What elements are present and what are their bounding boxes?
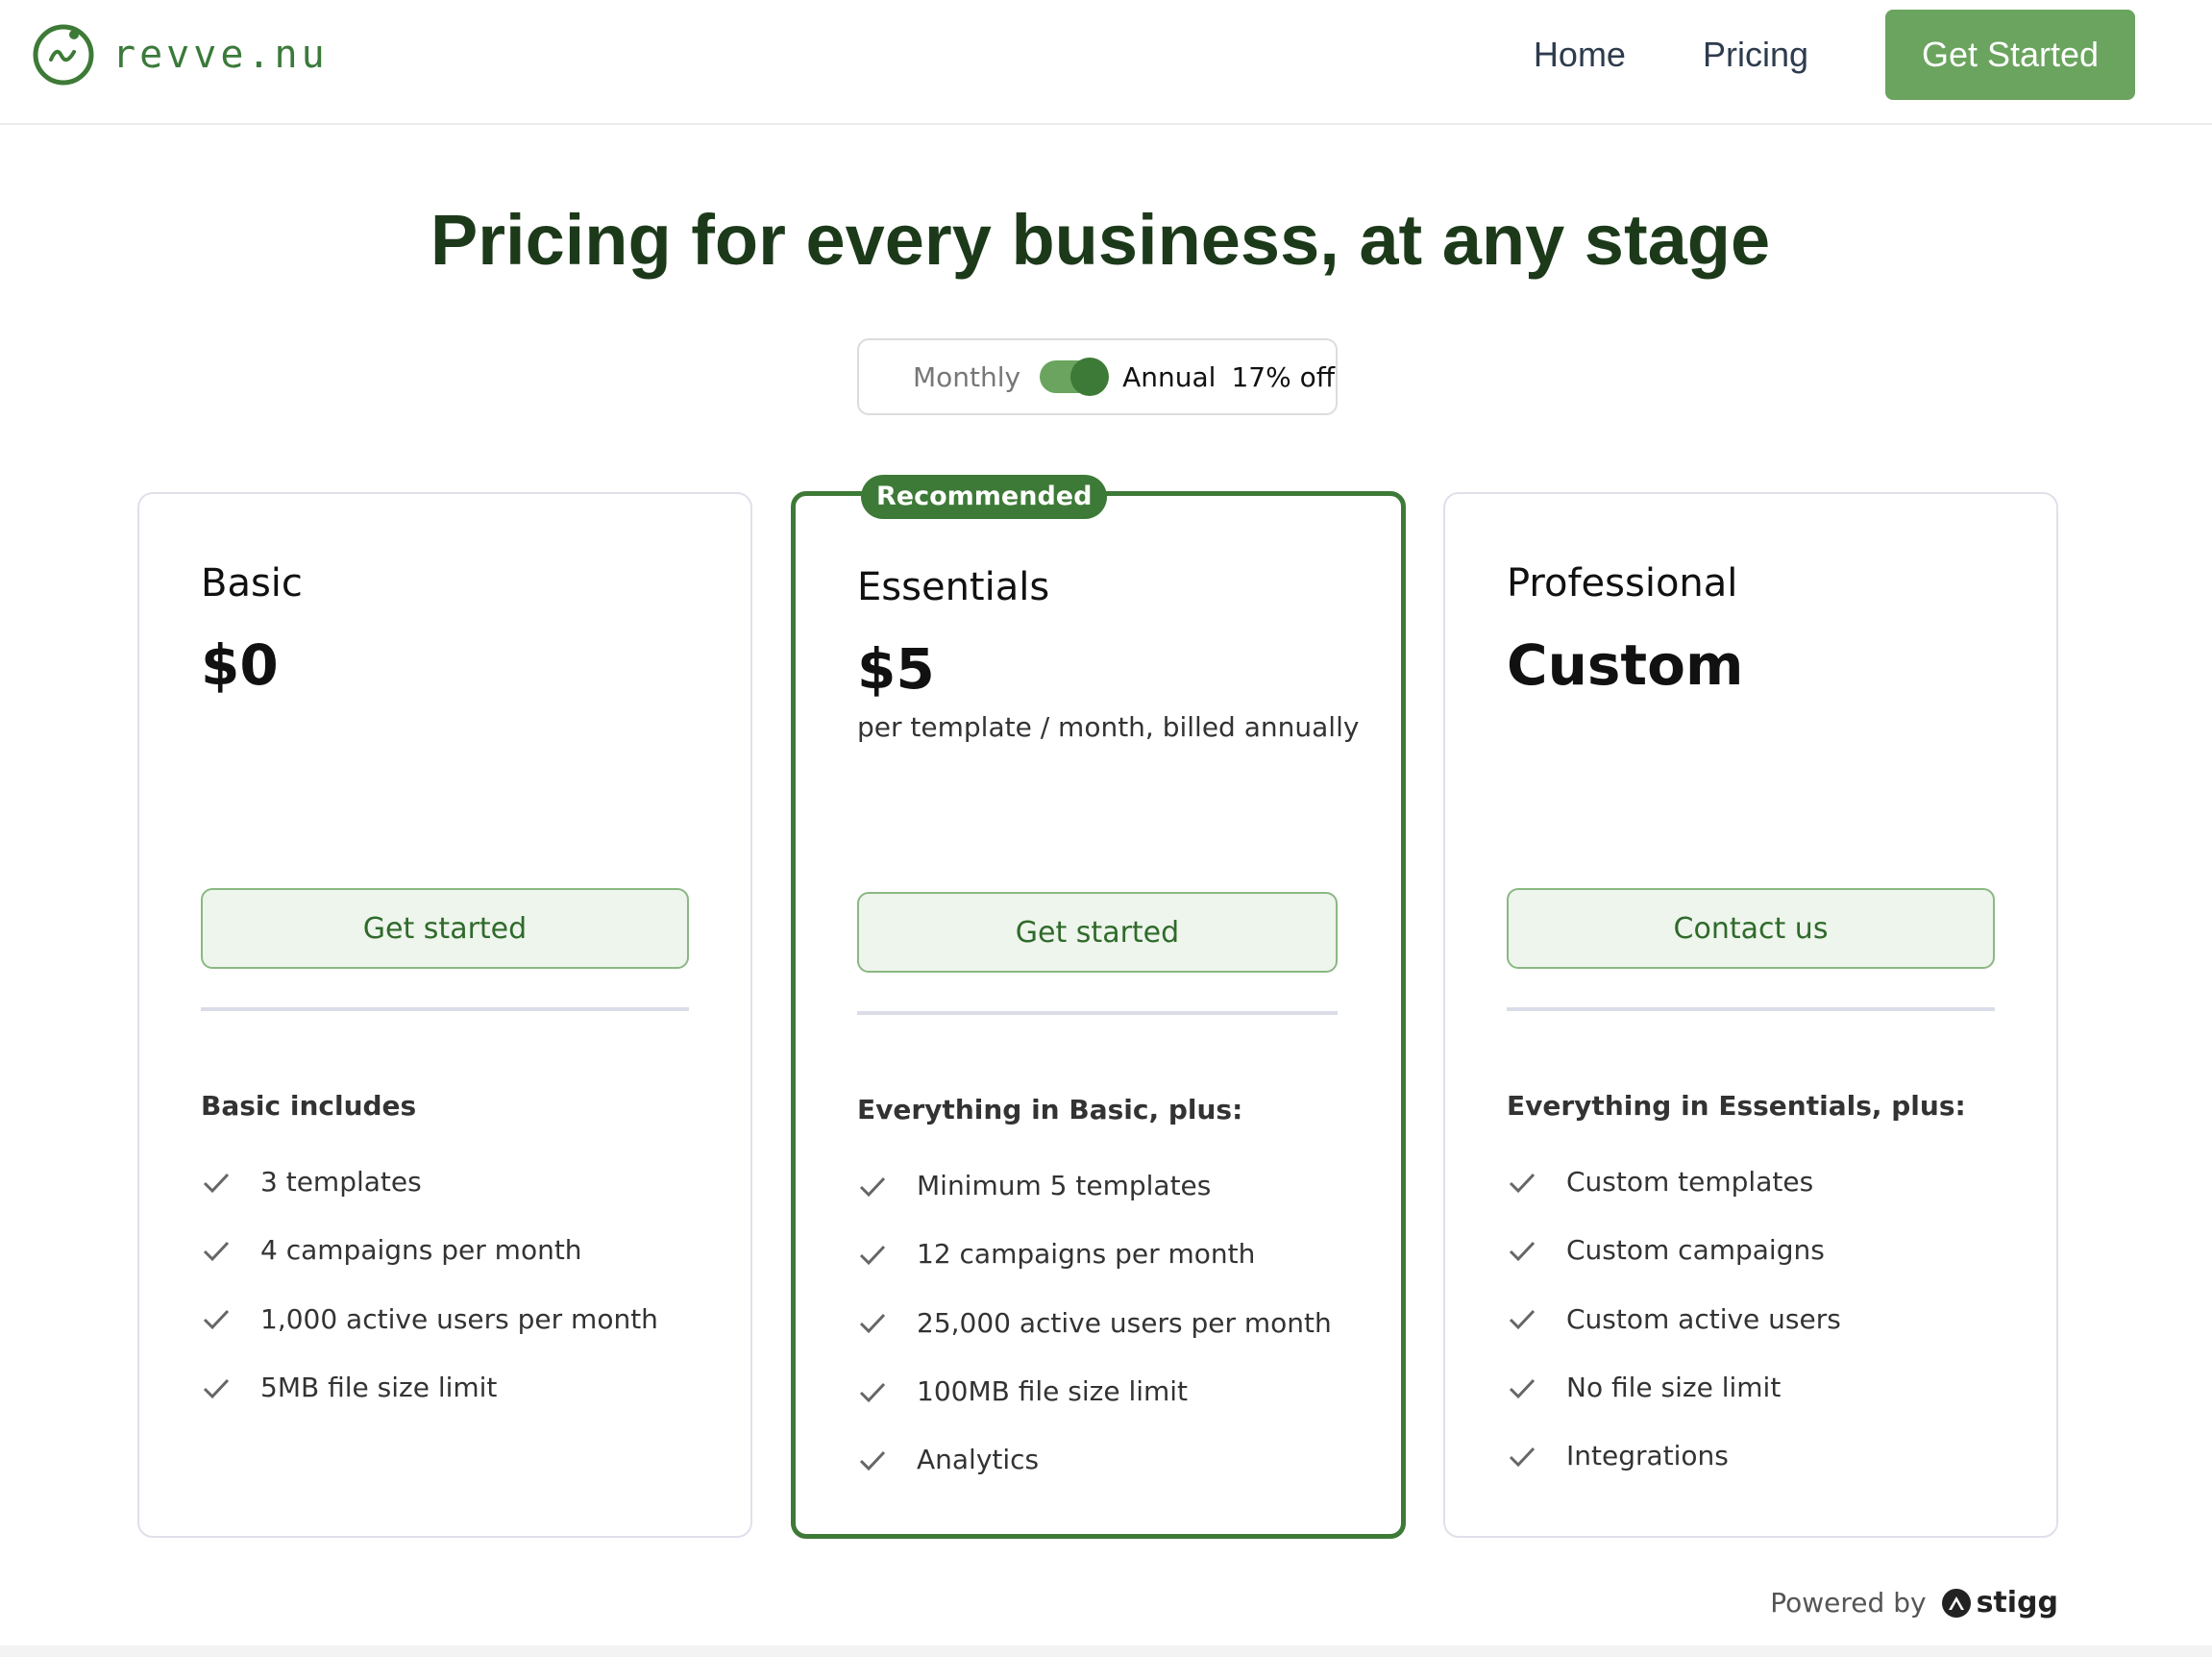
feature-list: Minimum 5 templates 12 campaigns per mon… (857, 1151, 1332, 1494)
recommended-badge: Recommended (861, 475, 1108, 519)
check-icon (1507, 1167, 1537, 1198)
nav-pricing-link[interactable]: Pricing (1703, 35, 1808, 75)
feature-text: Custom templates (1566, 1166, 1814, 1199)
plan-name: Professional (1507, 561, 1738, 606)
check-icon (857, 1445, 888, 1475)
feature-text: 100MB file size limit (917, 1375, 1189, 1408)
plan-name: Essentials (857, 565, 1050, 609)
switch-knob (1070, 358, 1110, 396)
feature-text: 3 templates (260, 1166, 422, 1199)
feature-text: 12 campaigns per month (917, 1238, 1256, 1271)
plan-name: Basic (201, 561, 303, 606)
feature-item: 25,000 active users per month (857, 1289, 1332, 1357)
main-nav: Home Pricing Get Started (1534, 10, 2135, 100)
feature-item: Custom campaigns (1507, 1216, 1841, 1284)
monthly-option[interactable]: Monthly (913, 361, 1020, 393)
annual-option[interactable]: Annual (1122, 361, 1216, 393)
plan-price: Custom (1507, 632, 1744, 698)
annual-discount-label: 17% off (1231, 360, 1336, 393)
features-title: Everything in Essentials, plus: (1507, 1090, 1966, 1122)
check-icon (201, 1373, 232, 1403)
feature-item: 5MB file size limit (201, 1353, 658, 1422)
divider (201, 1007, 689, 1011)
check-icon (857, 1171, 888, 1201)
feature-item: No file size limit (1507, 1353, 1841, 1422)
stigg-logo-icon (1941, 1588, 1971, 1618)
feature-text: Minimum 5 templates (917, 1170, 1212, 1202)
feature-item: Custom active users (1507, 1285, 1841, 1353)
stigg-brand-text: stigg (1976, 1586, 2058, 1620)
check-icon (201, 1167, 232, 1198)
feature-item: Analytics (857, 1425, 1332, 1494)
page-title: Pricing for every business, at any stage (430, 200, 1771, 280)
feature-text: Custom active users (1566, 1302, 1841, 1335)
feature-item: 1,000 active users per month (201, 1285, 658, 1353)
plan-price-note: per template / month, billed annually (857, 711, 1360, 743)
check-icon (1507, 1235, 1537, 1266)
features-title: Basic includes (201, 1090, 417, 1122)
check-icon (201, 1235, 232, 1266)
feature-text: 4 campaigns per month (260, 1234, 582, 1267)
plan-card-essentials: Recommended Essentials $5 per template /… (791, 475, 1406, 1539)
feature-list: Custom templates Custom campaigns Custom… (1507, 1148, 1841, 1490)
check-icon (857, 1376, 888, 1407)
top-navbar: revve.nu Home Pricing Get Started (0, 0, 2212, 125)
feature-text: 5MB file size limit (260, 1372, 498, 1404)
feature-text: No file size limit (1566, 1372, 1782, 1404)
feature-item: 12 campaigns per month (857, 1220, 1332, 1288)
revve-logo-icon (33, 24, 94, 86)
feature-text: Custom campaigns (1566, 1234, 1825, 1267)
check-icon (857, 1239, 888, 1270)
check-icon (1507, 1303, 1537, 1334)
feature-text: Analytics (917, 1444, 1040, 1476)
feature-text: 1,000 active users per month (260, 1302, 658, 1335)
check-icon (1507, 1373, 1537, 1403)
plan-card-professional: Professional Custom Contact us Everythin… (1443, 492, 2058, 1538)
feature-item: Integrations (1507, 1422, 1841, 1490)
feature-item: Minimum 5 templates (857, 1151, 1332, 1220)
nav-home-link[interactable]: Home (1534, 35, 1626, 75)
plan-price: $0 (201, 632, 279, 698)
powered-by[interactable]: Powered by stigg (1770, 1586, 2058, 1620)
feature-text: 25,000 active users per month (917, 1306, 1332, 1339)
plan-card-basic: Basic $0 Get started Basic includes 3 te… (137, 492, 752, 1538)
check-icon (1507, 1441, 1537, 1472)
feature-list: 3 templates 4 campaigns per month 1,000 … (201, 1148, 658, 1422)
billing-switch[interactable] (1040, 358, 1110, 396)
check-icon (201, 1303, 232, 1334)
check-icon (857, 1307, 888, 1338)
feature-text: Integrations (1566, 1440, 1729, 1472)
contact-us-button[interactable]: Contact us (1507, 888, 1995, 969)
divider (857, 1011, 1338, 1015)
feature-item: 100MB file size limit (857, 1357, 1332, 1425)
get-started-nav-button[interactable]: Get Started (1885, 10, 2135, 100)
divider (1507, 1007, 1995, 1011)
feature-item: Custom templates (1507, 1148, 1841, 1216)
basic-get-started-button[interactable]: Get started (201, 888, 689, 969)
logo-text: revve.nu (112, 33, 329, 77)
bottom-bar (0, 1645, 2212, 1657)
feature-item: 4 campaigns per month (201, 1216, 658, 1284)
logo[interactable]: revve.nu (32, 23, 329, 87)
plan-price: $5 (857, 636, 935, 702)
powered-by-label: Powered by (1770, 1587, 1927, 1619)
billing-period-toggle: Monthly Annual 17% off (857, 338, 1338, 415)
feature-item: 3 templates (201, 1148, 658, 1216)
features-title: Everything in Basic, plus: (857, 1094, 1243, 1125)
essentials-get-started-button[interactable]: Get started (857, 892, 1338, 973)
